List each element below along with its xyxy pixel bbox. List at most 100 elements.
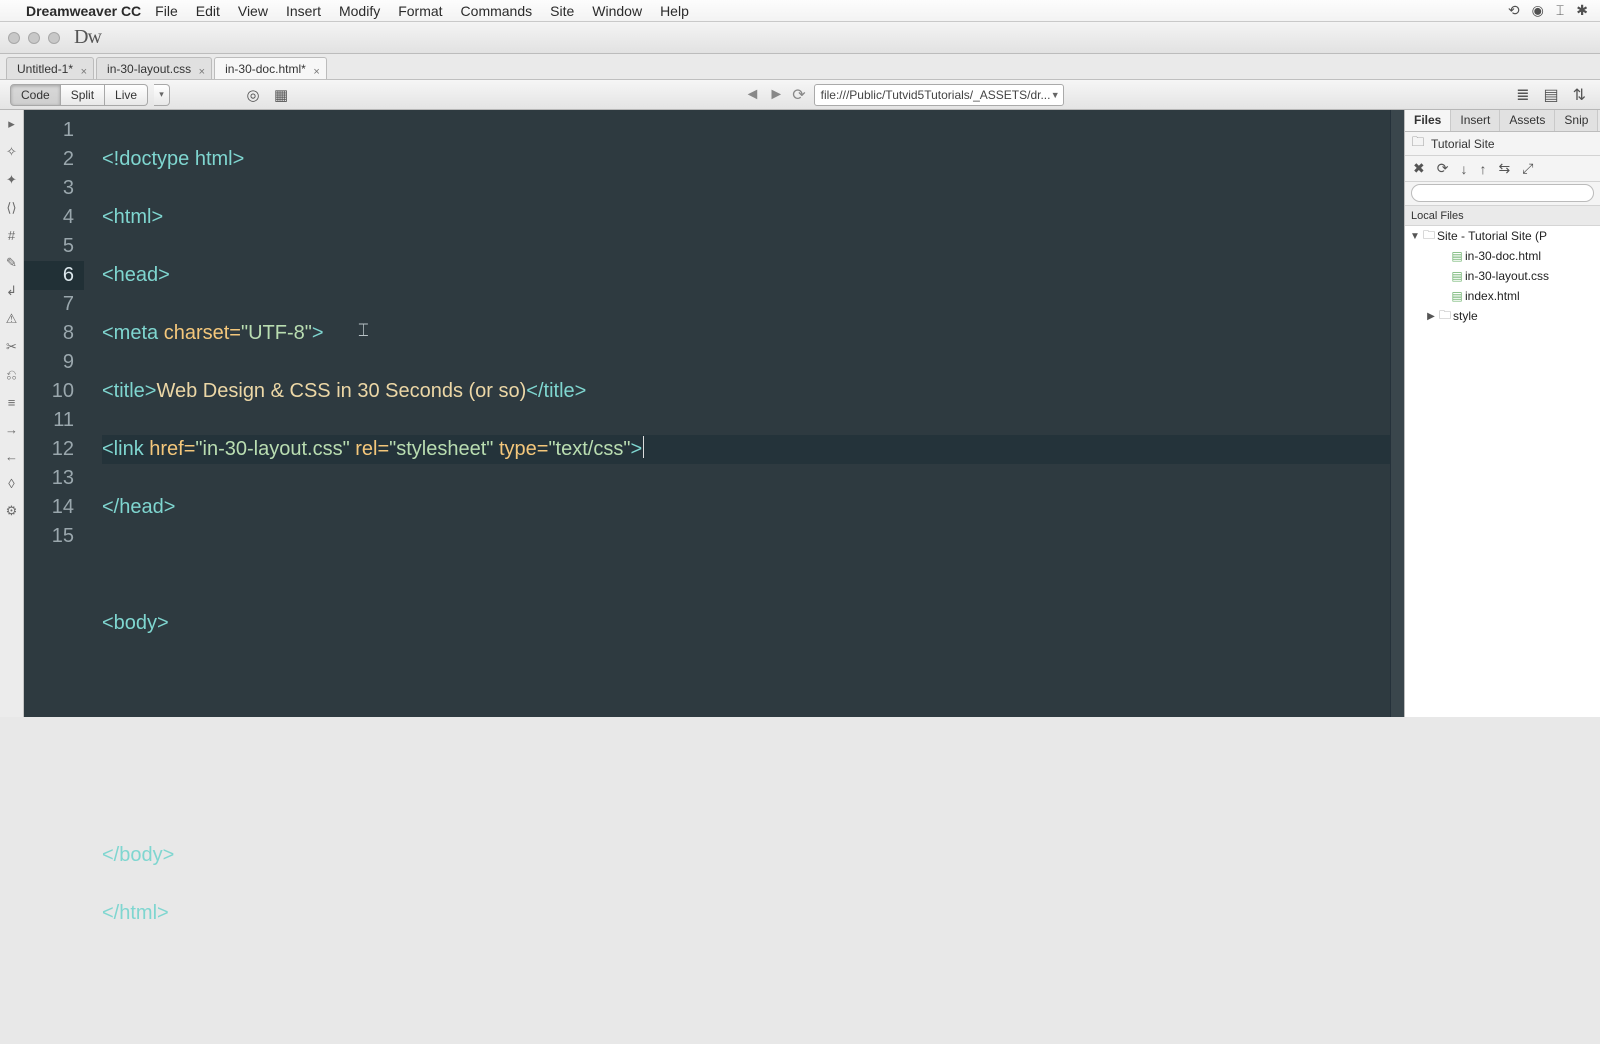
remove-comment-icon[interactable]: ⎌ bbox=[6, 367, 16, 383]
disclosure-triangle-icon[interactable]: ▼ bbox=[1409, 231, 1421, 242]
highlight-invalid-icon[interactable]: ✎ bbox=[6, 255, 17, 271]
sync-icon[interactable]: ⇆ bbox=[1498, 160, 1510, 177]
site-folder-icon: 🗀 bbox=[1421, 226, 1437, 247]
refresh-icon[interactable]: ⟳ bbox=[1437, 160, 1449, 177]
files-search-input[interactable] bbox=[1411, 184, 1594, 202]
tree-site-root[interactable]: ▼ 🗀 Site - Tutorial Site (P bbox=[1405, 226, 1600, 246]
coding-toolbar: ▸ ✧ ✦ ⟨⟩ # ✎ ↲ ⚠ ✂ ⎌ ≡ → ← ◊ ⚙ bbox=[0, 110, 24, 717]
outdent-icon[interactable]: ← bbox=[5, 449, 18, 464]
put-file-icon[interactable]: ↑ bbox=[1479, 161, 1486, 177]
menu-window[interactable]: Window bbox=[592, 3, 642, 19]
os-menubar: Dreamweaver CC File Edit View Insert Mod… bbox=[0, 0, 1600, 22]
tab-close-icon[interactable]: × bbox=[199, 61, 205, 83]
tab-close-icon[interactable]: × bbox=[313, 61, 319, 83]
menu-site[interactable]: Site bbox=[550, 3, 574, 19]
expand-all-icon[interactable]: ✦ bbox=[6, 172, 17, 188]
menu-modify[interactable]: Modify bbox=[339, 3, 380, 19]
file-management-icon[interactable]: ≣ bbox=[1516, 85, 1529, 105]
address-text: file:///Public/Tutvid5Tutorials/_ASSETS/… bbox=[821, 88, 1051, 102]
app-name[interactable]: Dreamweaver CC bbox=[26, 3, 141, 19]
os-status-icons: ⟲ ◉ ⌶ ✱ bbox=[1508, 2, 1588, 19]
folder-icon: 🗀 bbox=[1411, 137, 1425, 151]
move-css-icon[interactable]: ⚙ bbox=[6, 503, 18, 519]
connect-icon[interactable]: ✖ bbox=[1413, 160, 1425, 177]
menu-view[interactable]: View bbox=[238, 3, 268, 19]
display-status-icon[interactable]: ⌶ bbox=[1556, 2, 1564, 19]
panel-tab-assets[interactable]: Assets bbox=[1500, 110, 1555, 131]
inspect-icon[interactable]: ◎ bbox=[242, 84, 264, 106]
document-tab[interactable]: in-30-doc.html*× bbox=[214, 57, 327, 79]
live-code-icon[interactable]: ▦ bbox=[270, 84, 292, 106]
preview-icon[interactable]: ▤ bbox=[1543, 85, 1558, 105]
menu-file[interactable]: File bbox=[155, 3, 178, 19]
editor-scrollbar[interactable] bbox=[1390, 110, 1404, 717]
document-tab[interactable]: Untitled-1*× bbox=[6, 57, 94, 79]
main-area: ▸ ✧ ✦ ⟨⟩ # ✎ ↲ ⚠ ✂ ⎌ ≡ → ← ◊ ⚙ 123456789… bbox=[0, 110, 1600, 717]
disclosure-triangle-icon[interactable]: ▶ bbox=[1425, 311, 1437, 322]
live-view-button[interactable]: Live bbox=[105, 84, 148, 106]
view-mode-segment: Code Split Live bbox=[10, 84, 148, 106]
apply-comment-icon[interactable]: ✂ bbox=[6, 339, 17, 355]
word-wrap-icon[interactable]: ↲ bbox=[6, 283, 17, 299]
select-parent-icon[interactable]: ⟨⟩ bbox=[6, 200, 16, 216]
indent-icon[interactable]: → bbox=[5, 422, 18, 437]
sync-status-icon[interactable]: ⟲ bbox=[1508, 2, 1520, 19]
text-cursor bbox=[643, 436, 644, 458]
recent-snippets-icon[interactable]: ◊ bbox=[8, 476, 14, 491]
files-search-row bbox=[1405, 182, 1600, 206]
document-toolbar: Code Split Live ▾ ◎ ▦ ◄ ► ⟳ file:///Publ… bbox=[0, 80, 1600, 110]
menu-edit[interactable]: Edit bbox=[196, 3, 220, 19]
cloud-status-icon[interactable]: ◉ bbox=[1532, 2, 1544, 19]
ibeam-cursor-icon: ⌶ bbox=[358, 320, 369, 341]
tree-label: Site - Tutorial Site (P bbox=[1437, 229, 1547, 243]
address-dropdown-icon[interactable]: ▼ bbox=[1051, 90, 1060, 100]
html-file-icon: ▤ bbox=[1449, 249, 1465, 263]
collapse-selection-icon[interactable]: ✧ bbox=[6, 144, 17, 160]
menu-help[interactable]: Help bbox=[660, 3, 689, 19]
menu-format[interactable]: Format bbox=[398, 3, 442, 19]
window-close-button[interactable] bbox=[8, 32, 20, 44]
syntax-error-icon[interactable]: ⚠ bbox=[6, 311, 18, 327]
format-source-icon[interactable]: ≡ bbox=[8, 395, 16, 410]
site-selector[interactable]: 🗀 Tutorial Site bbox=[1411, 137, 1495, 151]
get-file-icon[interactable]: ↓ bbox=[1460, 161, 1467, 177]
tree-folder[interactable]: ▶ 🗀 style bbox=[1405, 306, 1600, 326]
nav-back-icon[interactable]: ◄ bbox=[745, 86, 761, 104]
live-view-dropdown[interactable]: ▾ bbox=[154, 84, 170, 106]
document-tab[interactable]: in-30-layout.css× bbox=[96, 57, 212, 79]
address-bar[interactable]: file:///Public/Tutvid5Tutorials/_ASSETS/… bbox=[814, 84, 1064, 106]
menu-insert[interactable]: Insert bbox=[286, 3, 321, 19]
code-editor[interactable]: 123456789101112131415 <!doctype html> <h… bbox=[24, 110, 1404, 717]
menu-commands[interactable]: Commands bbox=[461, 3, 533, 19]
line-numbers-icon[interactable]: # bbox=[8, 228, 15, 243]
panel-tab-files[interactable]: Files bbox=[1405, 110, 1451, 131]
nav-refresh-icon[interactable]: ⟳ bbox=[792, 85, 805, 105]
window-minimize-button[interactable] bbox=[28, 32, 40, 44]
files-column-header[interactable]: Local Files bbox=[1405, 206, 1600, 226]
tab-label: Untitled-1* bbox=[17, 62, 73, 76]
code-view-button[interactable]: Code bbox=[10, 84, 61, 106]
panel-tab-snippets[interactable]: Snip bbox=[1555, 110, 1598, 131]
file-tree: ▼ 🗀 Site - Tutorial Site (P ▤ in-30-doc.… bbox=[1405, 226, 1600, 717]
code-content[interactable]: <!doctype html> <html> <head> <meta char… bbox=[84, 110, 1390, 717]
split-view-button[interactable]: Split bbox=[61, 84, 105, 106]
tree-label: index.html bbox=[1465, 289, 1520, 303]
document-tabs: Untitled-1*× in-30-layout.css× in-30-doc… bbox=[0, 54, 1600, 80]
css-file-icon: ▤ bbox=[1449, 269, 1465, 283]
tree-file[interactable]: ▤ index.html bbox=[1405, 286, 1600, 306]
tab-close-icon[interactable]: × bbox=[81, 61, 87, 83]
html-file-icon: ▤ bbox=[1449, 289, 1465, 303]
open-documents-icon[interactable]: ▸ bbox=[8, 116, 15, 132]
expand-icon[interactable]: ⤢ bbox=[1522, 160, 1533, 177]
window-zoom-button[interactable] bbox=[48, 32, 60, 44]
bluetooth-status-icon[interactable]: ✱ bbox=[1576, 2, 1588, 19]
files-panel: Files Insert Assets Snip 🗀 Tutorial Site… bbox=[1404, 110, 1600, 717]
files-panel-toolbar: ✖ ⟳ ↓ ↑ ⇆ ⤢ bbox=[1405, 156, 1600, 182]
nav-forward-icon[interactable]: ► bbox=[768, 86, 784, 104]
window-controls bbox=[8, 32, 60, 44]
tree-file[interactable]: ▤ in-30-doc.html bbox=[1405, 246, 1600, 266]
settings-icon[interactable]: ⇅ bbox=[1573, 85, 1586, 105]
tree-file[interactable]: ▤ in-30-layout.css bbox=[1405, 266, 1600, 286]
panel-tab-insert[interactable]: Insert bbox=[1451, 110, 1500, 131]
app-titlebar: Dw bbox=[0, 22, 1600, 54]
